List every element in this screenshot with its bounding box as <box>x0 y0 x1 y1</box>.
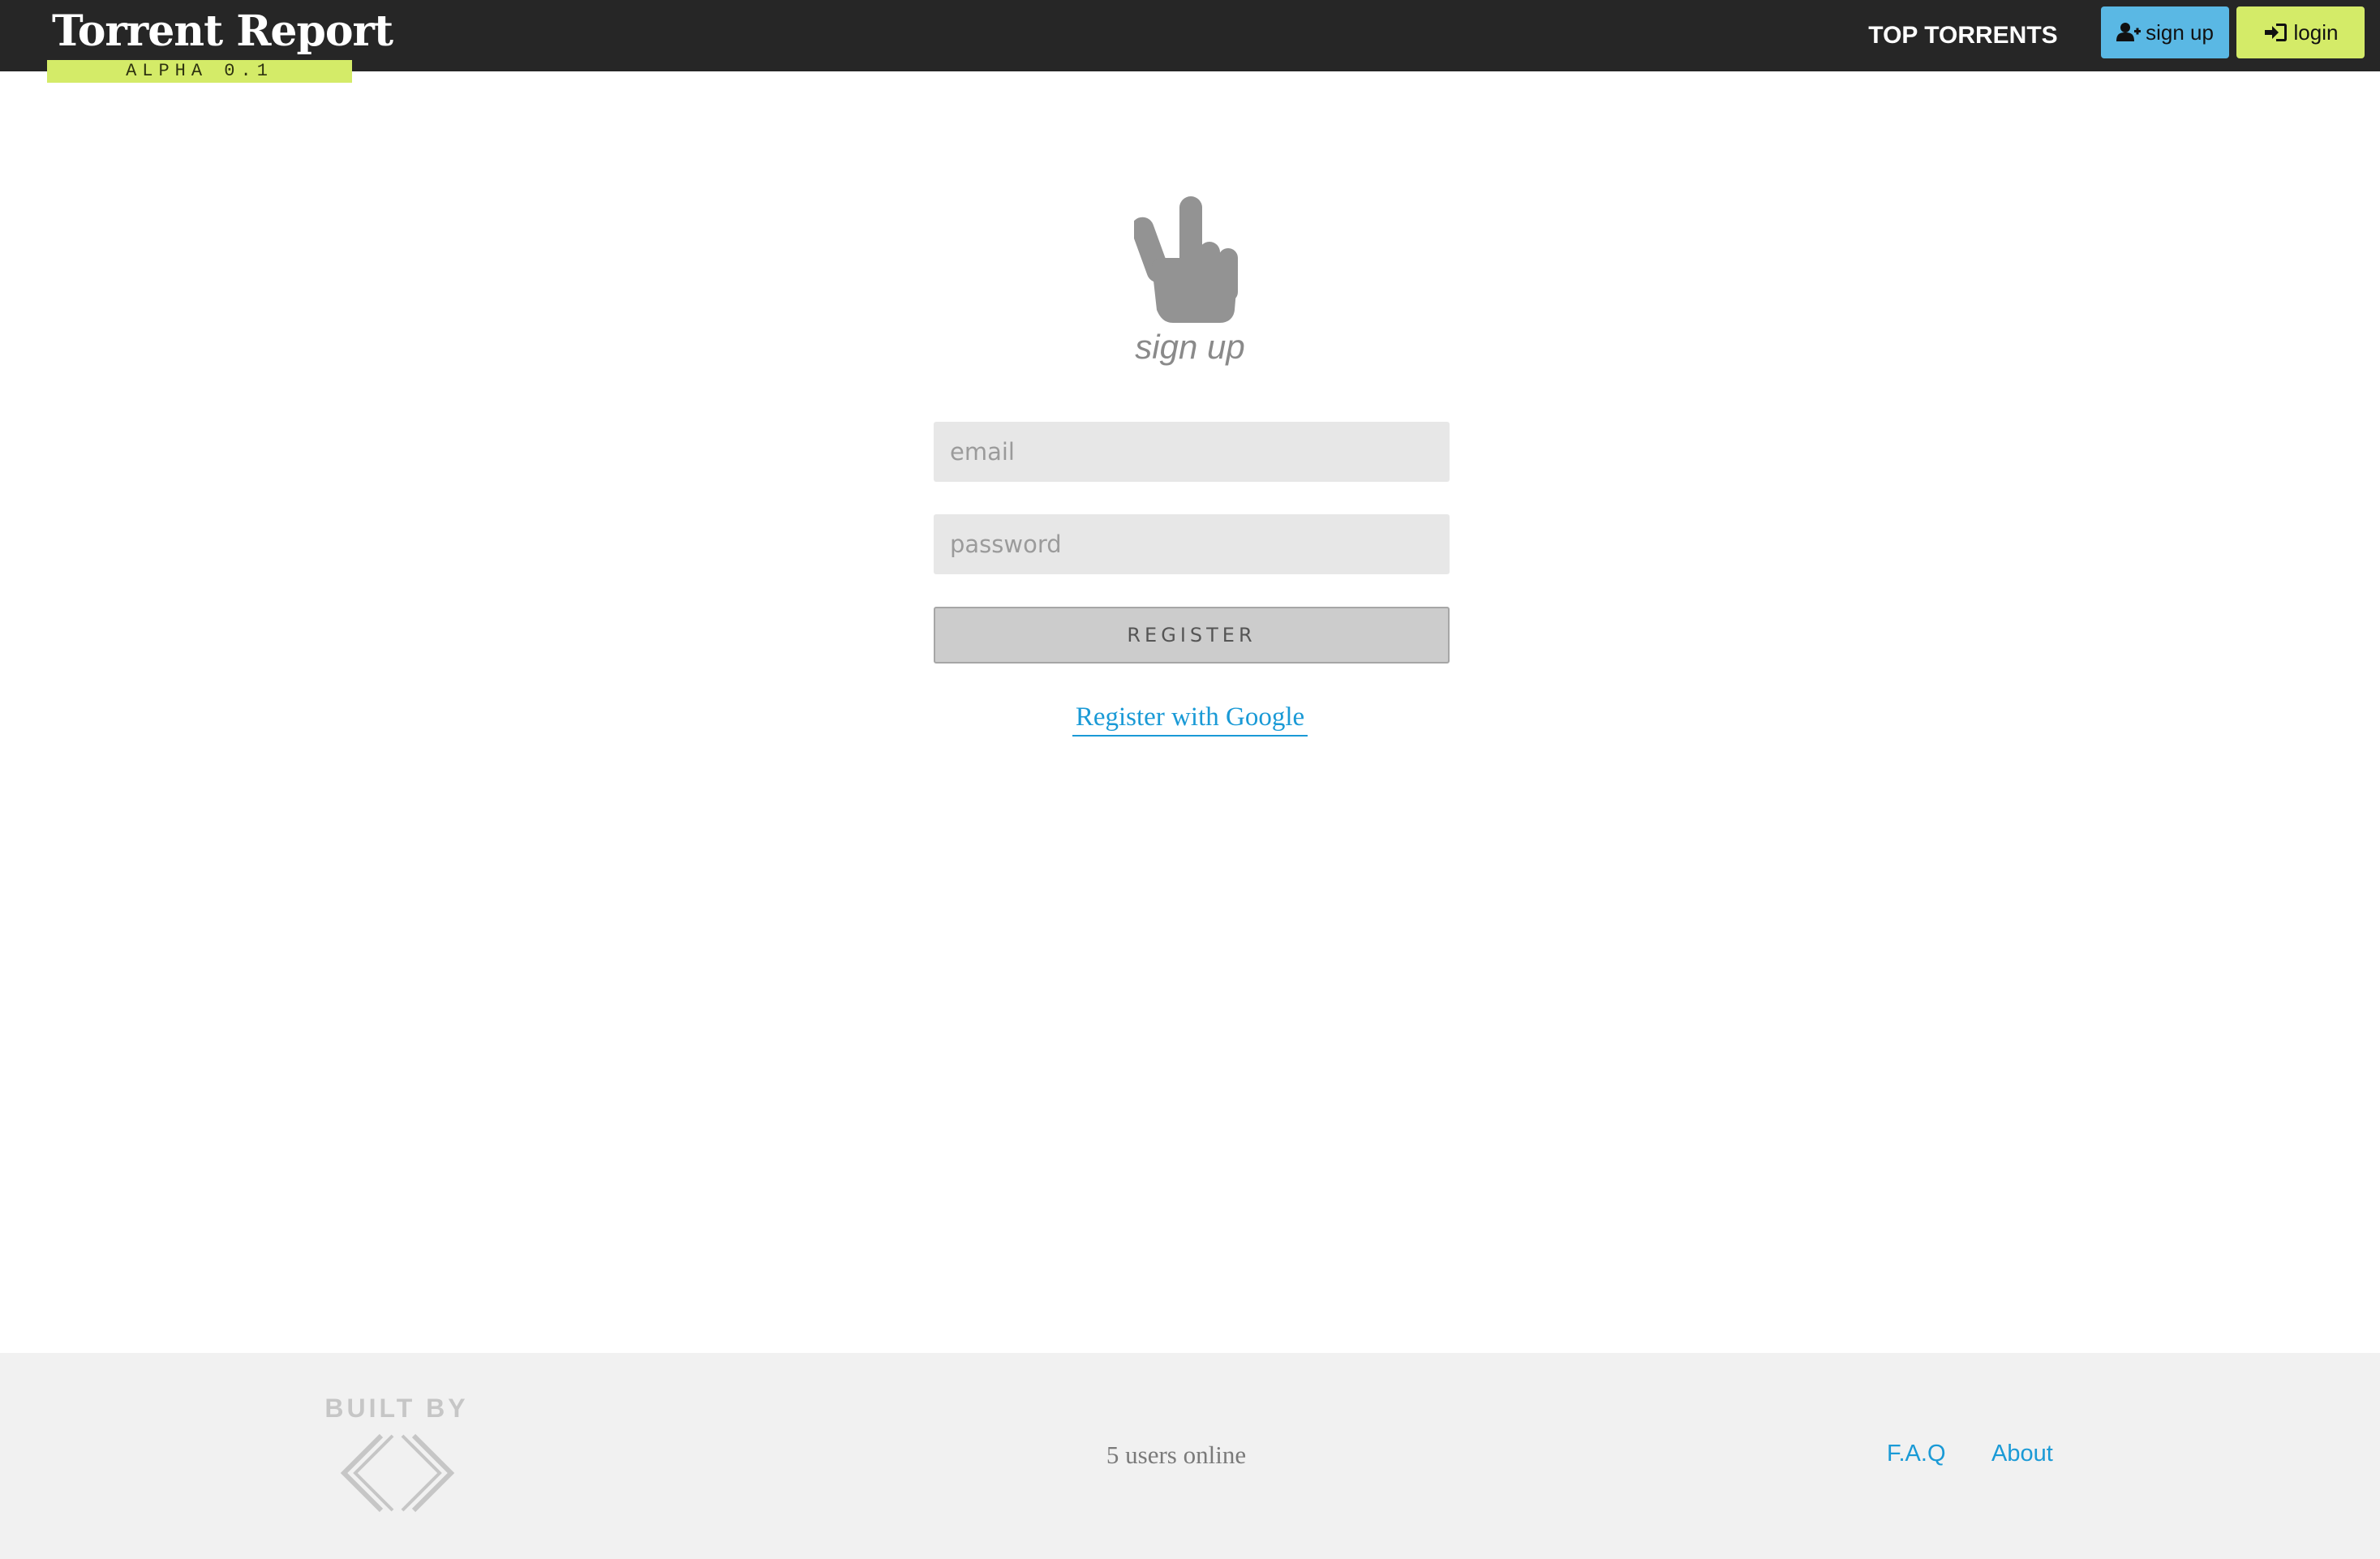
footer-link-about[interactable]: About <box>1991 1441 2053 1475</box>
nav-top-torrents-link[interactable]: TOP TORRENTS <box>1866 18 2060 54</box>
password-field[interactable] <box>934 514 1450 574</box>
code-brackets-logo[interactable] <box>331 1431 464 1515</box>
brand-logo[interactable]: Torrent Report ALPHA 0.1 <box>47 0 393 83</box>
peace-hand-icon <box>1131 196 1248 323</box>
footer-link-faq[interactable]: F.A.Q <box>1887 1441 1946 1475</box>
login-button[interactable]: login <box>2236 6 2365 58</box>
google-link-label: Register with Google <box>1072 702 1308 737</box>
users-online-count: 5 users online <box>1106 1441 1247 1469</box>
signup-title: sign up <box>1135 328 1245 366</box>
sign-in-icon <box>2263 22 2288 43</box>
email-field[interactable] <box>934 422 1450 482</box>
brand-name: Torrent Report <box>52 6 393 56</box>
user-plus-icon <box>2116 22 2142 43</box>
version-badge: ALPHA 0.1 <box>47 60 352 83</box>
signup-button-label: sign up <box>2146 19 2214 45</box>
register-button[interactable]: REGISTER <box>934 607 1450 664</box>
register-with-google-link[interactable]: Register with Google <box>1028 702 1352 743</box>
signup-button[interactable]: sign up <box>2101 6 2229 58</box>
login-button-label: login <box>2293 19 2339 45</box>
built-by-label: BUILT BY <box>324 1394 469 1423</box>
